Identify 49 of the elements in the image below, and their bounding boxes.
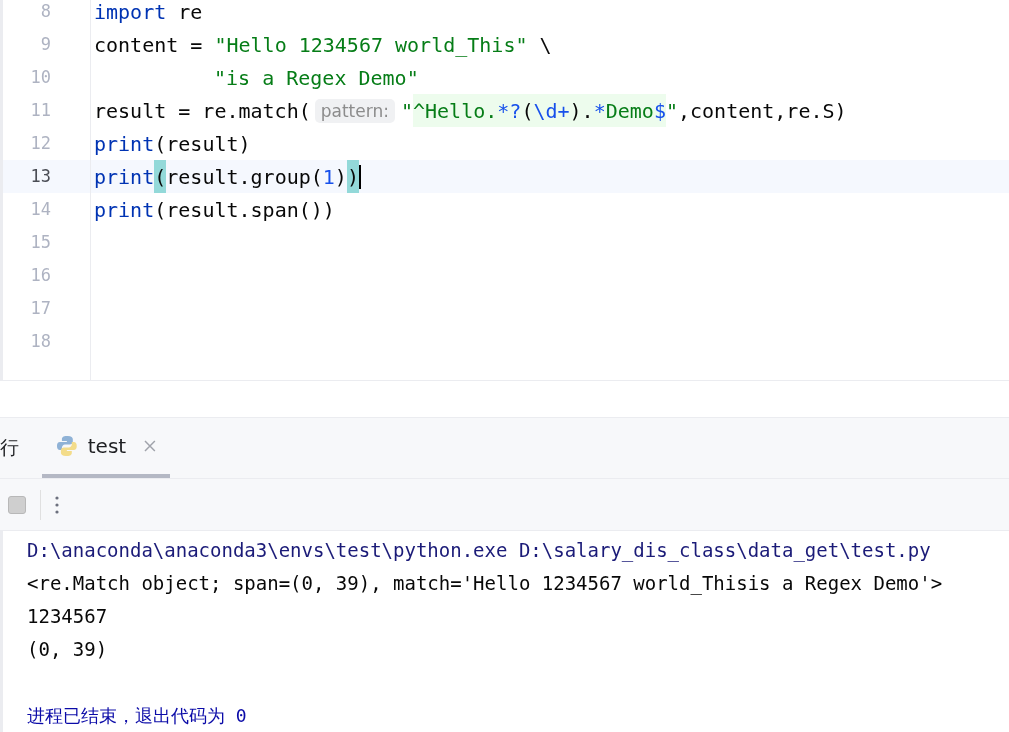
code-text: (result.span()) bbox=[154, 196, 335, 224]
code-keyword: import bbox=[94, 0, 167, 26]
regex-text: ( bbox=[521, 94, 534, 127]
code-text: \ bbox=[538, 31, 552, 59]
code-text: ) bbox=[334, 163, 347, 191]
close-icon[interactable] bbox=[144, 439, 156, 452]
console-output: 1234567 bbox=[27, 604, 109, 629]
tab-label: test bbox=[87, 433, 127, 458]
line-number: 11 bbox=[29, 99, 52, 122]
string-literal: "Hello 1234567 world_This" bbox=[214, 31, 528, 59]
more-icon[interactable] bbox=[55, 495, 59, 514]
code-keyword: print bbox=[94, 130, 155, 158]
code-keyword: print bbox=[94, 196, 155, 224]
code-text: result.group( bbox=[166, 163, 323, 191]
regex-text: \d+ bbox=[533, 94, 570, 127]
console-output: (0, 39) bbox=[27, 637, 109, 662]
string-literal: " bbox=[400, 97, 413, 125]
line-number: 14 bbox=[29, 198, 52, 221]
code-text: (result) bbox=[154, 130, 251, 158]
code-text: content = bbox=[94, 31, 204, 59]
string-literal: " bbox=[665, 97, 678, 125]
code-keyword: print bbox=[94, 163, 155, 191]
line-number: 8 bbox=[39, 0, 52, 23]
code-text: re bbox=[177, 0, 203, 26]
regex-text: ^Hello. bbox=[413, 94, 498, 127]
regex-text: *? bbox=[497, 94, 522, 127]
line-number: 15 bbox=[29, 231, 52, 254]
matched-brace: ( bbox=[154, 160, 167, 193]
regex-text: ). bbox=[569, 94, 594, 127]
text-caret bbox=[358, 164, 361, 189]
line-number: 16 bbox=[29, 264, 52, 287]
panel-title: 行 bbox=[0, 434, 20, 460]
parameter-hint: pattern: bbox=[314, 98, 395, 123]
regex-text: Demo bbox=[605, 94, 654, 127]
python-icon bbox=[56, 434, 78, 457]
exit-message: 进程已结束，退出代码为 0 bbox=[27, 704, 248, 728]
line-number: 12 bbox=[29, 132, 52, 155]
code-text: ,content,re.S) bbox=[677, 97, 847, 125]
matched-brace: ) bbox=[346, 160, 359, 193]
line-number: 10 bbox=[29, 66, 52, 89]
line-number: 18 bbox=[29, 330, 52, 353]
string-literal: "is a Regex Demo" bbox=[214, 64, 419, 92]
line-number: 9 bbox=[39, 33, 52, 56]
command-line: D:\anaconda\anaconda3\envs\test\python.exe D:\salary_dis_class\data_get\test.py bbox=[27, 538, 932, 564]
code-text: result = re.match( bbox=[94, 97, 311, 125]
number-literal: 1 bbox=[322, 163, 335, 191]
console-output: <re.Match object; span=(0, 39), match='Hello 1234567 world_Thisis a Regex Demo'> bbox=[27, 571, 944, 597]
line-number: 13 bbox=[3, 160, 90, 193]
line-number: 17 bbox=[29, 297, 52, 320]
